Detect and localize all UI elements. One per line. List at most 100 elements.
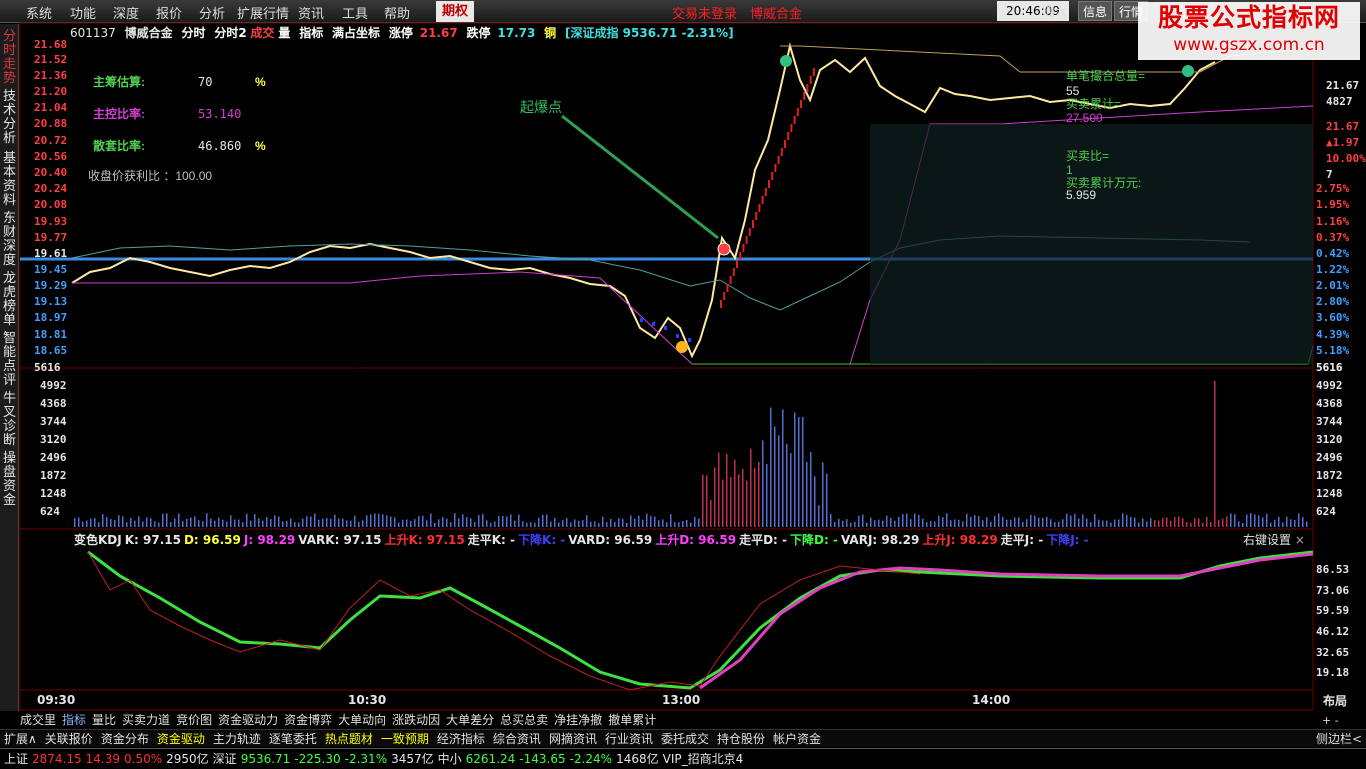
layout-button[interactable]: 布局 xyxy=(1323,692,1347,709)
view-fenshi[interactable]: 分时 xyxy=(181,26,205,40)
ext-tab-8[interactable]: 经济指标 xyxy=(437,730,485,747)
volume-bar xyxy=(854,521,856,527)
volume-bar xyxy=(1250,513,1252,527)
indicator-tab-7[interactable]: 大单动向 xyxy=(338,711,386,728)
indicator-tab-9[interactable]: 大单差分 xyxy=(446,711,494,728)
order-stat: 买卖累计= xyxy=(1066,97,1121,111)
strength-bar xyxy=(758,204,761,212)
view-zuobiao[interactable]: 满占坐标 xyxy=(332,26,380,40)
kdj-tick: 73.06 xyxy=(1316,584,1349,597)
ext-tab-1[interactable]: 关联报价 xyxy=(45,730,93,747)
indicator-tab-11[interactable]: 净挂净撤 xyxy=(554,711,602,728)
right-click-settings[interactable]: 右键设置 × xyxy=(1243,531,1305,548)
indicator-tab-4[interactable]: 竞价图 xyxy=(176,711,212,728)
zoom-buttons[interactable]: + - xyxy=(1322,714,1339,727)
kdj-value-15: 下降J: - xyxy=(1046,533,1089,547)
indicator-tab-1[interactable]: 指标 xyxy=(62,711,86,728)
ext-tab-12[interactable]: 委托成交 xyxy=(661,730,709,747)
ext-tab-14[interactable]: 帐户资金 xyxy=(773,730,821,747)
volume-bar xyxy=(170,521,172,527)
volume-bar xyxy=(138,516,140,527)
volume-bar xyxy=(294,522,296,527)
volume-bar xyxy=(218,517,220,527)
ext-tab-11[interactable]: 行业资讯 xyxy=(605,730,653,747)
volume-bar xyxy=(1014,517,1016,527)
volume-bar xyxy=(342,518,344,527)
ext-tab-9[interactable]: 综合资讯 xyxy=(493,730,541,747)
volume-bar xyxy=(610,518,612,527)
ext-tab-5[interactable]: 逐笔委托 xyxy=(269,730,317,747)
volume-bar xyxy=(538,517,540,527)
indicator-tab-8[interactable]: 涨跌动因 xyxy=(392,711,440,728)
volume-bar xyxy=(982,520,984,527)
ext-tab-7[interactable]: 一致预期 xyxy=(381,730,429,747)
ext-tab-0[interactable]: 扩展∧ xyxy=(4,730,37,747)
view-chengjiao[interactable]: 成交 xyxy=(251,26,275,40)
volume-bar xyxy=(970,516,972,527)
volume-bar xyxy=(630,515,632,527)
volume-bar xyxy=(302,518,304,527)
volume-tick: 3744 xyxy=(40,415,67,428)
sidebar-toggle-button[interactable]: 侧边栏< xyxy=(1316,730,1362,747)
volume-bar xyxy=(82,521,84,527)
sector-tag[interactable]: 铜 xyxy=(544,26,556,40)
volume-bar xyxy=(1302,517,1304,527)
volume-tick-right: 3120 xyxy=(1316,433,1343,446)
indicator-tab-0[interactable]: 成交里 xyxy=(20,711,56,728)
volume-bar xyxy=(210,518,212,527)
weakness-bar xyxy=(652,322,655,326)
price-tick: 19.77 xyxy=(34,231,67,244)
indicator-tab-12[interactable]: 撤单累计 xyxy=(608,711,656,728)
volume-bar xyxy=(658,520,660,527)
price-tick: 19.13 xyxy=(34,295,67,308)
right-settings-label[interactable]: 右键设置 xyxy=(1243,533,1291,547)
volume-bar xyxy=(454,513,456,527)
ext-tab-10[interactable]: 网摘资讯 xyxy=(549,730,597,747)
pct-tick: 3.60% xyxy=(1316,311,1349,324)
indicator-tab-2[interactable]: 量比 xyxy=(92,711,116,728)
volume-bar xyxy=(1246,514,1248,527)
volume-bar xyxy=(926,522,928,527)
volume-bar xyxy=(1174,517,1176,527)
stat-value: 70 xyxy=(198,75,212,89)
volume-bar xyxy=(950,520,952,527)
volume-bar xyxy=(702,474,704,527)
volume-bar xyxy=(134,520,136,527)
indicator-tab-6[interactable]: 资金博弈 xyxy=(284,711,332,728)
order-stat: 1 xyxy=(1066,163,1073,177)
ext-tab-3[interactable]: 资金驱动 xyxy=(157,730,205,747)
order-stat: 5.959 xyxy=(1066,188,1096,202)
volume-bar xyxy=(798,417,800,527)
volume-bar xyxy=(326,518,328,527)
ext-tab-2[interactable]: 资金分布 xyxy=(101,730,149,747)
indicator-tab-10[interactable]: 总买总卖 xyxy=(500,711,548,728)
annotation-arrow xyxy=(561,114,719,240)
volume-bar xyxy=(1242,522,1244,527)
volume-bar xyxy=(154,521,156,527)
ext-tab-4[interactable]: 主力轨迹 xyxy=(213,730,261,747)
volume-bar xyxy=(1098,519,1100,527)
indicator-tab-5[interactable]: 资金驱动力 xyxy=(218,711,278,728)
extension-tabs: 扩展∧ 关联报价 资金分布 资金驱动 主力轨迹 逐笔委托 热点题材 一致预期 经济指标 综合资讯网… xyxy=(0,729,1366,747)
view-zhibiao[interactable]: 指标 xyxy=(299,26,323,40)
status-item-0: 上证 xyxy=(4,752,29,766)
pct-tick: 4.39% xyxy=(1316,328,1349,341)
status-item-6: 9536.71 xyxy=(240,752,291,766)
index-quote[interactable]: [深证成指 9536.71 -2.31%] xyxy=(565,26,734,40)
kdj-header: 变色KDJ K: 97.15 D: 96.59 J: 98.29 VARK: 97.15… xyxy=(74,531,1092,548)
volume-bar xyxy=(738,474,740,527)
volume-bar xyxy=(602,516,604,527)
volume-bar xyxy=(258,518,260,527)
ext-tab-6[interactable]: 热点题材 xyxy=(325,730,373,747)
view-liang[interactable]: 量 xyxy=(278,26,290,40)
close-icon[interactable]: × xyxy=(1295,533,1305,547)
indicator-tab-3[interactable]: 买卖力道 xyxy=(122,711,170,728)
volume-bar xyxy=(726,453,728,527)
ext-tab-13[interactable]: 持仓股份 xyxy=(717,730,765,747)
view-fenshi2[interactable]: 分时2 xyxy=(214,26,246,40)
strength-bar xyxy=(809,76,812,84)
volume-bar xyxy=(934,521,936,527)
volume-bar xyxy=(902,514,904,527)
volume-bar xyxy=(826,473,828,527)
intraday-chart[interactable]: 21.68 21.52 21.36 21.20 21.04 20.88 20.72 20.56… xyxy=(0,0,1366,711)
